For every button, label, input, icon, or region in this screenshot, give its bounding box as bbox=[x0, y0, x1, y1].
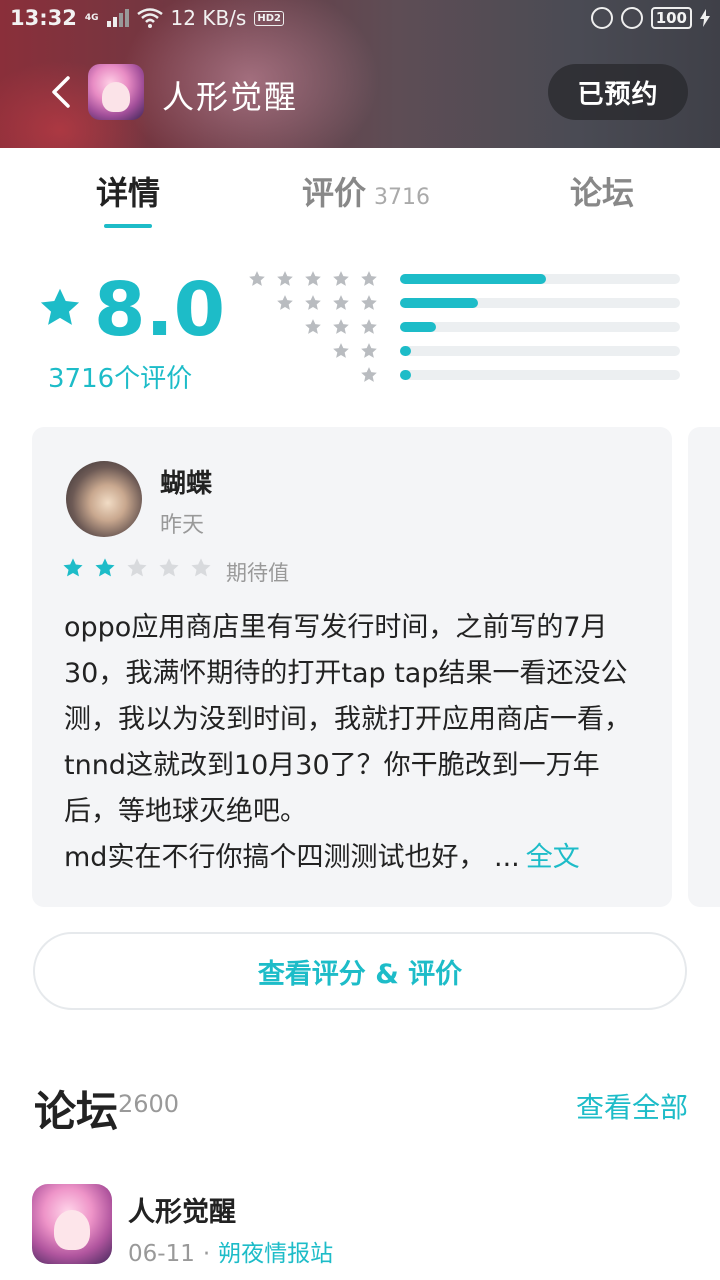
star-icon bbox=[277, 295, 293, 310]
review-card[interactable]: 蝴蝶 昨天 期待值 oppo应用商店里有写发行时间，之前写的7月 30，我满怀期… bbox=[32, 427, 672, 907]
star-icon bbox=[40, 288, 80, 325]
star-icon bbox=[361, 319, 377, 334]
star-icon bbox=[333, 295, 349, 310]
active-tab-indicator bbox=[104, 224, 152, 228]
nav-bar: 人形觉醒 已预约 bbox=[0, 58, 720, 128]
star-empty-icon bbox=[127, 558, 147, 577]
review-line: 测，我以为没到时间，我就打开应用商店一看， bbox=[64, 704, 631, 735]
rating-row-5-star bbox=[249, 268, 682, 290]
rating-bar-fill bbox=[400, 298, 478, 308]
post-source[interactable]: 朔夜情报站 bbox=[218, 1241, 333, 1267]
rating-bar-fill bbox=[400, 370, 411, 380]
alarm-icon bbox=[620, 7, 643, 29]
post-date: 06-11 bbox=[128, 1241, 195, 1267]
review-stars bbox=[62, 557, 212, 579]
star-icon bbox=[333, 343, 349, 358]
charging-icon bbox=[700, 9, 710, 27]
tab-forum-label: 论坛 bbox=[570, 174, 635, 212]
review-line: tnnd这就改到10月30了？你干脆改到一万年 bbox=[64, 750, 600, 781]
status-bar: 13:32 4G 12 KB/s HD2 100 bbox=[0, 0, 720, 36]
avatar[interactable] bbox=[66, 461, 142, 537]
app-icon bbox=[88, 64, 144, 120]
forum-count: 2600 bbox=[118, 1090, 180, 1118]
star-icon bbox=[361, 271, 377, 286]
rating-score: 8.0 bbox=[94, 267, 226, 353]
star-empty-icon bbox=[159, 558, 179, 577]
network-speed: 12 KB/s bbox=[170, 6, 247, 30]
status-time: 13:32 bbox=[10, 6, 77, 30]
star-icon bbox=[333, 319, 349, 334]
star-icon bbox=[361, 295, 377, 310]
review-line: 后，等地球灭绝吧。 bbox=[64, 796, 307, 827]
rating-count: 3716个评价 bbox=[48, 364, 193, 394]
tab-details-label: 详情 bbox=[96, 174, 161, 212]
app-title: 人形觉醒 bbox=[162, 78, 299, 116]
tab-bar: 详情 评价 3716 论坛 bbox=[0, 148, 720, 228]
star-icon bbox=[361, 367, 377, 382]
star-icon bbox=[305, 271, 321, 286]
network-type: 4G bbox=[84, 12, 99, 23]
rating-bar-fill bbox=[400, 346, 411, 356]
rating-bar-fill bbox=[400, 274, 546, 284]
tab-details[interactable]: 详情 bbox=[96, 168, 160, 214]
wifi-icon bbox=[136, 8, 163, 28]
signal-icon bbox=[106, 9, 129, 27]
review-username[interactable]: 蝴蝶 bbox=[160, 463, 212, 500]
hd-icon: HD2 bbox=[254, 10, 284, 26]
star-empty-icon bbox=[191, 558, 211, 577]
forum-title: 论坛 bbox=[34, 1087, 119, 1136]
back-icon[interactable] bbox=[44, 74, 80, 110]
rating-bar-track bbox=[400, 274, 680, 284]
rating-bar-fill bbox=[400, 322, 436, 332]
star-icon bbox=[333, 271, 349, 286]
star-icon bbox=[305, 295, 321, 310]
tab-reviews[interactable]: 评价 3716 bbox=[302, 168, 430, 214]
view-all-link[interactable]: 查看全部 bbox=[576, 1086, 688, 1126]
tab-reviews-count: 3716 bbox=[374, 185, 431, 210]
post-app-icon[interactable] bbox=[32, 1184, 112, 1264]
full-text-link[interactable]: 全文 bbox=[526, 842, 580, 873]
reserved-button[interactable]: 已预约 bbox=[548, 64, 688, 120]
rating-row-4-star bbox=[250, 292, 682, 314]
star-filled-icon bbox=[95, 558, 115, 577]
rating-row-2-star bbox=[250, 340, 682, 362]
review-line-last: md实在不行你搞个四测测试也好， ... 全文 bbox=[64, 835, 644, 881]
review-tag: 期待值 bbox=[226, 561, 289, 585]
battery-level: 100 bbox=[650, 7, 692, 29]
review-time: 昨天 bbox=[160, 513, 205, 538]
rating-row-1-star bbox=[250, 364, 682, 386]
post-title[interactable]: 人形觉醒 bbox=[128, 1190, 236, 1229]
review-line: oppo应用商店里有写发行时间，之前写的7月 bbox=[64, 612, 608, 643]
star-icon bbox=[277, 271, 293, 286]
rating-bar-track bbox=[400, 298, 680, 308]
post-separator: · bbox=[202, 1241, 211, 1267]
rating-bar-track bbox=[400, 322, 680, 332]
review-line: 30，我满怀期待的打开tap tap结果一看还没公 bbox=[64, 658, 628, 689]
rating-bar-track bbox=[400, 370, 680, 380]
tab-reviews-label: 评价 bbox=[302, 174, 367, 212]
tab-forum[interactable]: 论坛 bbox=[570, 168, 634, 214]
star-icon bbox=[361, 343, 377, 358]
rating-row-3-star bbox=[250, 316, 682, 338]
star-icon bbox=[305, 319, 321, 334]
review-text: oppo应用商店里有写发行时间，之前写的7月 30，我满怀期待的打开tap ta… bbox=[64, 605, 644, 881]
star-icon bbox=[249, 271, 265, 286]
view-ratings-button[interactable]: 查看评分 & 评价 bbox=[33, 932, 687, 1010]
review-line: md实在不行你搞个四测测试也好， ... bbox=[64, 842, 520, 873]
star-filled-icon bbox=[63, 558, 83, 577]
next-review-card[interactable] bbox=[688, 427, 720, 907]
lock-rotation-icon bbox=[590, 7, 613, 29]
rating-bar-track bbox=[400, 346, 680, 356]
post-meta: 06-11 · 朔夜情报站 bbox=[128, 1234, 333, 1268]
